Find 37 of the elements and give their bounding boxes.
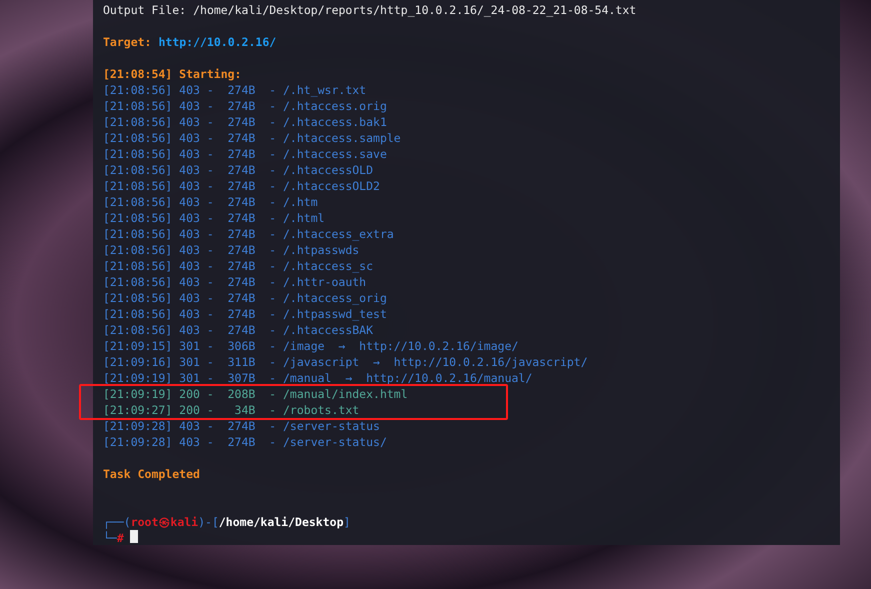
log-line: [21:09:19] 200 - 208B - /manual/index.html bbox=[103, 386, 408, 402]
log-line: [21:08:56] 403 - 274B - /.htpasswds bbox=[103, 242, 360, 258]
prompt-user-host: root㉿kali bbox=[130, 514, 198, 530]
target-url: http://10.0.2.16/ bbox=[158, 34, 276, 50]
log-line: [21:09:28] 403 - 274B - /server-status/ bbox=[103, 434, 387, 450]
log-line: [21:09:15] 301 - 306B - /image → http://10.0.2.16/image/ bbox=[103, 338, 518, 354]
log-line: [21:08:56] 403 - 274B - /.htaccess.orig bbox=[103, 98, 387, 114]
log-line: [21:08:56] 403 - 274B - /.htaccess_extra bbox=[103, 226, 394, 242]
text-cursor bbox=[130, 530, 138, 543]
prompt-frame: ] bbox=[344, 514, 350, 530]
log-line: [21:08:56] 403 - 274B - /.html bbox=[103, 210, 325, 226]
prompt-frame: └─ bbox=[103, 530, 117, 546]
log-line: [21:09:19] 301 - 307B - /manual → http://10.0.2.16/manual/ bbox=[103, 370, 532, 386]
output-file-label: Output File: bbox=[103, 2, 186, 18]
log-line: [21:08:56] 403 - 274B - /.htaccess.sample bbox=[103, 130, 401, 146]
log-line: [21:08:56] 403 - 274B - /.htaccess.save bbox=[103, 146, 387, 162]
log-line: [21:08:56] 403 - 274B - /.htaccess.bak1 bbox=[103, 114, 387, 130]
log-line: [21:08:56] 403 - 274B - /.htaccessBAK bbox=[103, 322, 374, 338]
log-line: [21:09:16] 301 - 311B - /javascript → http://10.0.2.16/javascript/ bbox=[103, 354, 588, 370]
prompt-frame: )-[ bbox=[198, 514, 219, 530]
starting-line: [21:08:54] Starting: bbox=[103, 66, 242, 82]
log-line: [21:08:56] 403 - 274B - /.htaccess_orig bbox=[103, 290, 387, 306]
prompt-frame: ┌──( bbox=[103, 514, 131, 530]
log-line: [21:08:56] 403 - 274B - /.htm bbox=[103, 194, 318, 210]
log-line: [21:08:56] 403 - 274B - /.httr-oauth bbox=[103, 274, 366, 290]
log-line: [21:08:56] 403 - 274B - /.htaccess_sc bbox=[103, 258, 374, 274]
log-line: [21:09:28] 403 - 274B - /server-status bbox=[103, 418, 380, 434]
log-line: [21:09:27] 200 - 34B - /robots.txt bbox=[103, 402, 360, 418]
prompt-path: /home/kali/Desktop bbox=[218, 514, 344, 530]
prompt-symbol: # bbox=[116, 530, 124, 546]
log-line: [21:08:56] 403 - 274B - /.htpasswd_test bbox=[103, 306, 387, 322]
output-file-path: /home/kali/Desktop/reports/http_10.0.2.16/_24-08-22_21-08-54.txt bbox=[193, 2, 636, 18]
log-line: [21:08:56] 403 - 274B - /.htaccessOLD bbox=[103, 162, 374, 178]
log-line: [21:08:56] 403 - 274B - /.htaccessOLD2 bbox=[103, 178, 380, 194]
task-completed: Task Completed bbox=[103, 466, 200, 482]
target-label: Target: bbox=[103, 34, 152, 50]
log-line: [21:08:56] 403 - 274B - /.ht_wsr.txt bbox=[103, 82, 366, 98]
